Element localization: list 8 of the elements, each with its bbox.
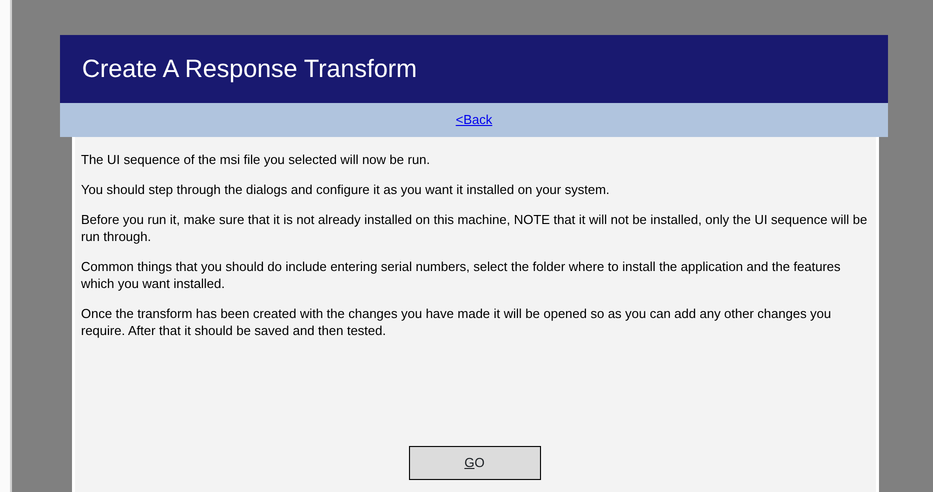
instruction-text: The UI sequence of the msi file you selected will now be run.: [81, 151, 432, 168]
instruction-text: You should step through the dialogs and configure it as you want it installed on your system.: [81, 181, 611, 198]
page-title: Create A Response Transform: [82, 54, 417, 84]
instruction-text: Once the transform has been created with the changes you have made it will be opened so as you can add any other changes you require. After that it should be saved and then tested.: [81, 305, 832, 339]
back-link[interactable]: <Back: [456, 110, 492, 130]
instruction-text: Before you run it, make sure that it is not already installed on this machine, NOTE that it will not be installed, only the UI sequence will be run through.: [81, 211, 868, 245]
instruction-text: Common things that you should do include entering serial numbers, select the folder where to install the application and the features which you want installed.: [81, 258, 842, 292]
go-button[interactable]: GO: [408, 446, 540, 480]
